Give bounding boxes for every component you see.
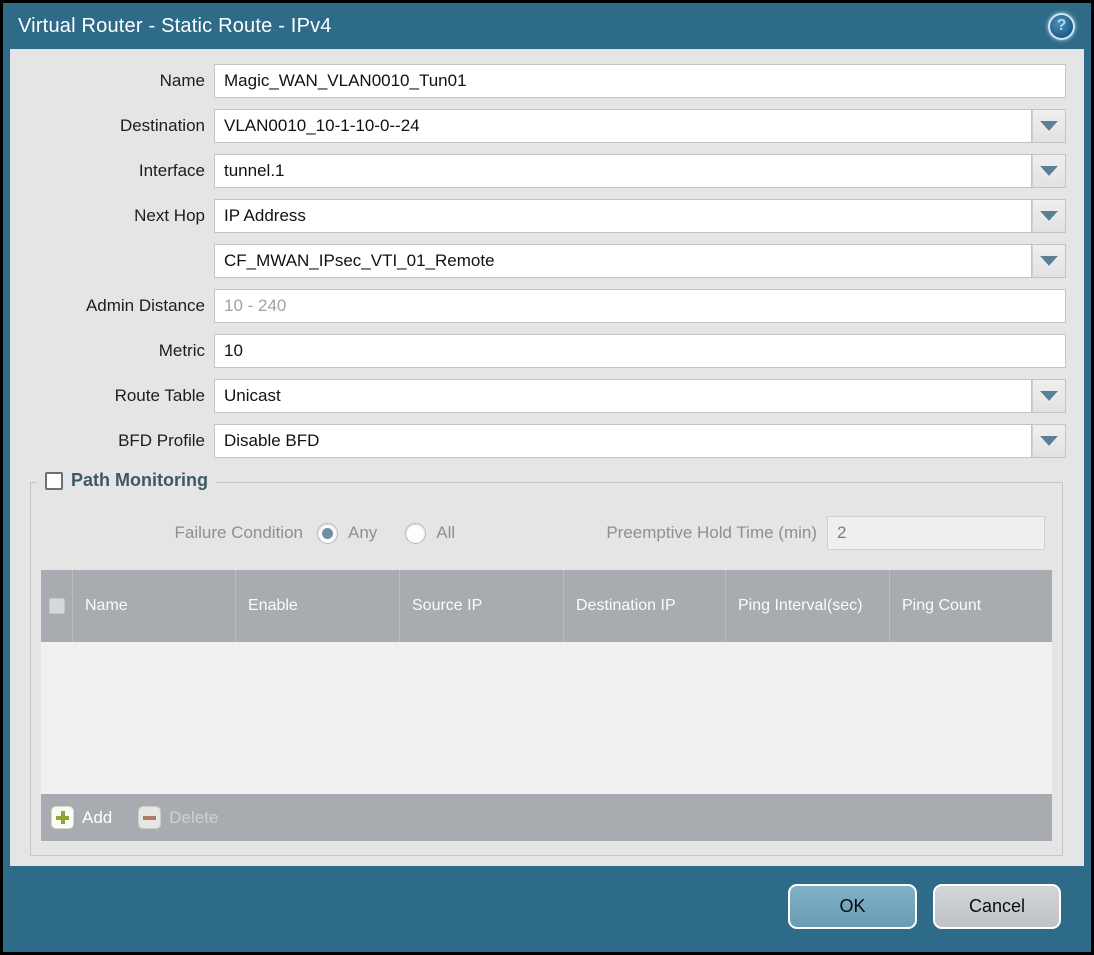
chevron-down-icon xyxy=(1040,166,1058,176)
bfd-profile-dropdown-button[interactable] xyxy=(1032,424,1066,458)
next-hop-row: Next Hop xyxy=(10,199,1084,233)
radio-any[interactable] xyxy=(317,522,338,544)
next-hop-label: Next Hop xyxy=(134,206,205,225)
next-hop-type-input[interactable] xyxy=(214,199,1032,233)
path-monitoring-title: Path Monitoring xyxy=(71,470,208,490)
cancel-button[interactable]: Cancel xyxy=(933,883,1061,929)
destination-row: Destination xyxy=(10,109,1084,143)
name-input[interactable] xyxy=(214,64,1066,98)
select-all-checkbox[interactable] xyxy=(48,598,65,614)
chevron-down-icon xyxy=(1040,436,1058,446)
path-monitoring-table: Name Enable Source IP Destination IP Pin… xyxy=(41,570,1052,841)
bfd-profile-row: BFD Profile xyxy=(10,424,1084,458)
next-hop-type-dropdown-button[interactable] xyxy=(1032,199,1066,233)
metric-input[interactable] xyxy=(214,334,1066,368)
path-monitoring-section: Path Monitoring Failure Condition Any Al… xyxy=(30,470,1063,856)
add-button-label: Add xyxy=(82,807,113,827)
static-route-dialog: Virtual Router - Static Route - IPv4 ? N… xyxy=(0,0,1094,955)
failure-condition-option-any: Any xyxy=(317,522,378,544)
metric-label: Metric xyxy=(158,341,205,360)
failure-condition-row: Failure Condition Any All Preemptive Hol… xyxy=(41,516,1052,550)
next-hop-address-dropdown-button[interactable] xyxy=(1032,244,1066,278)
table-footer: Add Delete xyxy=(41,794,1052,841)
destination-dropdown-button[interactable] xyxy=(1032,109,1066,143)
interface-label: Interface xyxy=(138,161,205,180)
column-header-name[interactable]: Name xyxy=(73,570,236,642)
failure-condition-option-all: All xyxy=(405,522,456,544)
chevron-down-icon xyxy=(1040,211,1058,221)
route-table-input[interactable] xyxy=(214,379,1032,413)
metric-row: Metric xyxy=(10,334,1084,368)
interface-dropdown-button[interactable] xyxy=(1032,154,1066,188)
next-hop-address-input[interactable] xyxy=(214,244,1032,278)
destination-input[interactable] xyxy=(214,109,1032,143)
dialog-content: Name Destination Interface xyxy=(10,49,1084,866)
plus-icon xyxy=(51,806,74,829)
route-table-dropdown-button[interactable] xyxy=(1032,379,1066,413)
radio-all[interactable] xyxy=(405,522,427,544)
minus-icon xyxy=(138,806,162,829)
column-header-ping-count[interactable]: Ping Count xyxy=(890,570,1052,642)
interface-row: Interface xyxy=(10,154,1084,188)
name-label: Name xyxy=(159,71,205,90)
interface-input[interactable] xyxy=(214,154,1032,188)
admin-distance-input[interactable] xyxy=(214,289,1066,323)
delete-button-label: Delete xyxy=(169,807,219,827)
radio-any-label: Any xyxy=(348,523,378,542)
column-header-destination-ip[interactable]: Destination IP xyxy=(564,570,726,642)
admin-distance-label: Admin Distance xyxy=(85,296,205,315)
column-header-source-ip[interactable]: Source IP xyxy=(400,570,564,642)
chevron-down-icon xyxy=(1040,256,1058,266)
add-button[interactable]: Add xyxy=(51,806,112,829)
table-body-empty xyxy=(41,642,1052,794)
table-header-checkbox-cell xyxy=(41,570,73,642)
preemptive-hold-time-input[interactable] xyxy=(827,516,1045,550)
name-row: Name xyxy=(10,64,1084,98)
dialog-footer: OK Cancel xyxy=(3,866,1091,952)
next-hop-address-row xyxy=(10,244,1084,278)
failure-condition-label: Failure Condition xyxy=(174,523,303,542)
chevron-down-icon xyxy=(1040,121,1058,131)
path-monitoring-legend: Path Monitoring xyxy=(37,470,216,491)
column-header-enable[interactable]: Enable xyxy=(236,570,400,642)
admin-distance-row: Admin Distance xyxy=(10,289,1084,323)
bfd-profile-input[interactable] xyxy=(214,424,1032,458)
help-icon[interactable]: ? xyxy=(1048,12,1075,40)
path-monitoring-checkbox[interactable] xyxy=(45,471,63,490)
preemptive-hold-time-label: Preemptive Hold Time (min) xyxy=(606,523,817,542)
column-header-ping-interval[interactable]: Ping Interval(sec) xyxy=(726,570,890,642)
bfd-profile-label: BFD Profile xyxy=(118,431,205,450)
route-table-label: Route Table xyxy=(114,386,205,405)
radio-all-label: All xyxy=(436,523,456,542)
destination-label: Destination xyxy=(119,116,205,135)
dialog-title: Virtual Router - Static Route - IPv4 xyxy=(18,14,332,37)
delete-button[interactable]: Delete xyxy=(138,806,218,829)
route-table-row: Route Table xyxy=(10,379,1084,413)
ok-button[interactable]: OK xyxy=(788,883,917,929)
dialog-titlebar: Virtual Router - Static Route - IPv4 ? xyxy=(3,3,1091,49)
table-header: Name Enable Source IP Destination IP Pin… xyxy=(41,570,1052,642)
chevron-down-icon xyxy=(1040,391,1058,401)
